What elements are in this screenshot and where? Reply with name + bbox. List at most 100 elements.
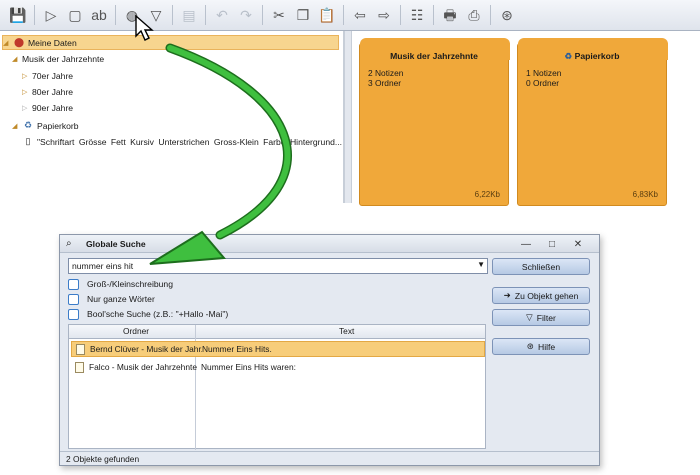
filter-icon: ▽ — [526, 312, 533, 322]
dropdown-arrow-icon[interactable]: ▼ — [477, 260, 485, 269]
export-icon[interactable]: ⎙ — [464, 5, 484, 25]
results-table: Ordner Text Bernd Clüver - Musik der Jah… — [68, 324, 486, 450]
option-label: Groß-/Kleinschreibung — [87, 279, 173, 289]
collapse-arrow-icon[interactable]: ▷ — [22, 88, 32, 96]
trash-icon: ♻ — [23, 120, 33, 130]
home-icon: ⬤ — [13, 37, 25, 47]
maximize-button[interactable]: □ — [542, 236, 562, 252]
tree-item-note[interactable]: ▯ "Schriftart Grösse Fett Kursiv Unterst… — [22, 134, 343, 149]
help-icon: ⊛ — [526, 341, 534, 351]
tile-info: 2 Notizen 3 Ordner — [368, 68, 403, 88]
option-whole-words[interactable]: Nur ganze Wörter — [68, 292, 155, 306]
option-label: Bool'sche Suche (z.B.: "+Hallo -Mai") — [87, 309, 229, 319]
dialog-titlebar[interactable]: ⌕ Globale Suche — □ ✕ — [60, 235, 599, 253]
global-search-dialog: ⌕ Globale Suche — □ ✕ nummer eins hit ▼ … — [59, 234, 600, 466]
expand-arrow-icon[interactable]: ◢ — [3, 39, 13, 47]
note-icon — [75, 361, 84, 373]
search-window-icon: ⌕ — [66, 238, 72, 249]
tile-folders-count: 3 Ordner — [368, 78, 402, 88]
tree-item-70er-jahre[interactable]: ▷ 70er Jahre — [22, 68, 73, 83]
note-icon — [76, 343, 85, 355]
tile-size: 6,22Kb — [474, 190, 500, 199]
toolbar-separator — [490, 5, 491, 25]
new-note-icon[interactable]: ▷ — [41, 5, 61, 25]
trash-icon: ♻ — [564, 51, 575, 61]
table-row[interactable]: Bernd Clüver - Musik der Jahr... Nummer … — [71, 341, 485, 357]
tree-item-label: Musik der Jahrzehnte — [22, 53, 105, 64]
help-button[interactable]: ⊛ Hilfe — [492, 338, 590, 355]
tile-folders-count: 0 Ordner — [526, 78, 560, 88]
tree-item-papierkorb[interactable]: ◢ ♻ Papierkorb — [12, 118, 79, 133]
results-header: Ordner Text — [69, 325, 485, 339]
toolbar-separator — [400, 5, 401, 25]
tree-item-90er-jahre[interactable]: ▷ 90er Jahre — [22, 100, 73, 115]
button-label: Zu Objekt gehen — [514, 290, 579, 301]
cell-folder: Falco - Musik der Jahrzehnte — [89, 362, 197, 372]
checkbox[interactable] — [68, 278, 79, 290]
expand-arrow-icon[interactable]: ◢ — [12, 55, 22, 63]
option-boolean-search[interactable]: Bool'sche Suche (z.B.: "+Hallo -Mai") — [68, 307, 228, 321]
cut-icon[interactable]: ✂ — [269, 5, 289, 25]
note-icon: ▯ — [25, 136, 31, 146]
folder-tree: ◢ ⬤ Meine Daten ◢ Musik der Jahrzehnte ▷… — [0, 31, 344, 203]
collapse-arrow-icon[interactable]: ▷ — [22, 104, 32, 112]
toolbar-separator — [115, 5, 116, 25]
close-window-button[interactable]: ✕ — [568, 236, 588, 252]
goto-object-button[interactable]: ➜ Zu Objekt gehen — [492, 287, 590, 304]
copy-icon[interactable]: ❐ — [293, 5, 313, 25]
checkbox[interactable] — [68, 293, 79, 305]
tile-view: Musik der Jahrzehnte 2 Notizen 3 Ordner … — [352, 31, 700, 206]
status-text: 2 Objekte gefunden — [66, 453, 140, 464]
filter-button[interactable]: ▽ Filter — [492, 309, 590, 326]
pane-splitter[interactable] — [344, 31, 352, 203]
toolbar-separator — [205, 5, 206, 25]
toolbar-separator — [343, 5, 344, 25]
redo-icon[interactable]: ↷ — [236, 5, 256, 25]
arrow-right-icon: ➜ — [503, 290, 511, 300]
tree-item-meine-daten[interactable]: ◢ ⬤ Meine Daten — [2, 35, 339, 50]
paste-icon[interactable]: 📋 — [317, 5, 337, 25]
new-folder-icon[interactable]: ▢ — [65, 5, 85, 25]
rename-icon[interactable]: ab — [89, 5, 109, 25]
option-label: Nur ganze Wörter — [87, 294, 155, 304]
tile-musik-der-jahrzehnte[interactable]: Musik der Jahrzehnte 2 Notizen 3 Ordner … — [359, 38, 510, 206]
checkbox[interactable] — [68, 308, 79, 320]
tree-item-musik-der-jahrzehnte[interactable]: ◢ Musik der Jahrzehnte — [12, 51, 104, 66]
option-case-sensitive[interactable]: Groß-/Kleinschreibung — [68, 277, 173, 291]
search-input[interactable]: nummer eins hit ▼ — [68, 258, 488, 274]
dialog-title: Globale Suche — [86, 238, 146, 249]
tree-item-label: Papierkorb — [37, 120, 79, 131]
tree-item-label: Meine Daten — [28, 37, 77, 48]
forward-icon[interactable]: ⇨ — [374, 5, 394, 25]
minimize-button[interactable]: — — [516, 236, 536, 252]
tile-papierkorb[interactable]: ♻ Papierkorb 1 Notizen 0 Ordner 6,83Kb — [517, 38, 668, 206]
toolbar-separator — [34, 5, 35, 25]
filter-icon[interactable]: ▽ — [146, 5, 166, 25]
collapse-arrow-icon[interactable]: ▷ — [22, 72, 32, 80]
back-icon[interactable]: ⇦ — [350, 5, 370, 25]
help-icon[interactable]: ⊛ — [497, 5, 517, 25]
print-icon[interactable]: 🖶 — [440, 5, 460, 25]
expand-arrow-icon[interactable]: ◢ — [12, 122, 22, 130]
tree-item-label: "Schriftart Grösse Fett Kursiv Unterstri… — [37, 136, 343, 147]
button-label: Hilfe — [538, 341, 556, 352]
undo-icon[interactable]: ↶ — [212, 5, 232, 25]
button-label: Filter — [536, 312, 556, 323]
save-icon[interactable]: 💾 — [8, 5, 28, 25]
table-row[interactable]: Falco - Musik der Jahrzehnte Nummer Eins… — [71, 359, 485, 375]
print-preview-icon[interactable]: ▤ — [179, 5, 199, 25]
tree-item-label: 90er Jahre — [32, 102, 74, 113]
settings-icon[interactable]: ☷ — [407, 5, 427, 25]
tree-item-80er-jahre[interactable]: ▷ 80er Jahre — [22, 84, 73, 99]
search-icon[interactable]: ◍ — [122, 5, 142, 25]
tile-notes-count: 2 Notizen — [368, 68, 404, 78]
tile-title: ♻ Papierkorb — [518, 51, 666, 62]
tree-item-label: 70er Jahre — [32, 70, 74, 81]
main-toolbar: 💾 ▷ ▢ ab ◍ ▽ ▤ ↶ ↷ ✂ ❐ 📋 ⇦ ⇨ ☷ 🖶 ⎙ ⊛ — [0, 0, 700, 31]
column-header-text[interactable]: Text — [339, 326, 354, 336]
tree-item-label: 80er Jahre — [32, 86, 74, 97]
close-button[interactable]: Schließen — [492, 258, 590, 275]
column-header-ordner[interactable]: Ordner — [123, 326, 149, 336]
cell-text: Nummer Eins Hits. — [202, 344, 272, 354]
tile-size: 6,83Kb — [632, 190, 658, 199]
